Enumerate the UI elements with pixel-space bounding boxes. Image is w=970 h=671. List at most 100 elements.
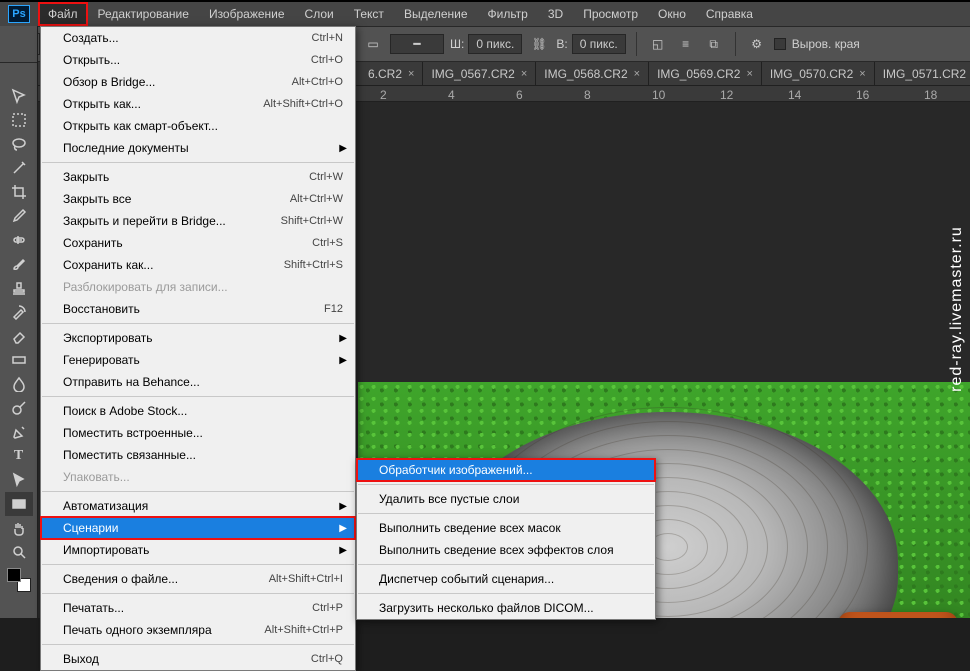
scripts-submenu: Обработчик изображений... Удалить все пус… <box>356 458 656 620</box>
eraser-tool-icon[interactable] <box>5 324 33 348</box>
hand-tool-icon[interactable] <box>5 516 33 540</box>
menu-item[interactable]: Открыть как...Alt+Shift+Ctrl+O <box>41 93 355 115</box>
menu-фильтр[interactable]: Фильтр <box>478 2 538 26</box>
submenu-arrow-icon: ▶ <box>339 523 347 534</box>
menu-item[interactable]: Поместить связанные... <box>41 444 355 466</box>
menu-item[interactable]: Поместить встроенные... <box>41 422 355 444</box>
marquee-tool-icon[interactable] <box>5 108 33 132</box>
document-tab[interactable]: 6.CR2× <box>360 62 423 86</box>
pathops-icon[interactable]: ◱ <box>647 33 669 55</box>
document-tab[interactable]: IMG_0570.CR2× <box>762 62 875 86</box>
healing-tool-icon[interactable] <box>5 228 33 252</box>
menu-item[interactable]: Отправить на Behance... <box>41 371 355 393</box>
menu-item[interactable]: Выполнить сведение всех масок <box>357 517 655 539</box>
align-icon[interactable]: ≡ <box>675 33 697 55</box>
opt-shape-icon[interactable]: ▭ <box>362 33 384 55</box>
height-label: В: <box>556 37 567 51</box>
menu-item[interactable]: Сохранить как...Shift+Ctrl+S <box>41 254 355 276</box>
menu-item[interactable]: Закрыть всеAlt+Ctrl+W <box>41 188 355 210</box>
app-logo: Ps <box>8 5 30 23</box>
align-edges-checkbox[interactable] <box>774 38 786 50</box>
document-tab[interactable]: IMG_0571.CR2× <box>875 62 970 86</box>
tool-box: T <box>0 26 38 618</box>
path-select-tool-icon[interactable] <box>5 468 33 492</box>
menu-текст[interactable]: Текст <box>344 2 394 26</box>
brush-tool-icon[interactable] <box>5 252 33 276</box>
close-icon[interactable]: × <box>746 68 752 80</box>
menu-item[interactable]: Поиск в Adobe Stock... <box>41 400 355 422</box>
menu-3d[interactable]: 3D <box>538 2 573 26</box>
menu-выделение[interactable]: Выделение <box>394 2 478 26</box>
menu-окно[interactable]: Окно <box>648 2 696 26</box>
menu-item[interactable]: Создать...Ctrl+N <box>41 27 355 49</box>
wand-tool-icon[interactable] <box>5 156 33 180</box>
menu-файл[interactable]: Файл <box>38 2 88 26</box>
type-tool-icon[interactable]: T <box>5 444 33 468</box>
menu-item[interactable]: Печать одного экземпляраAlt+Shift+Ctrl+P <box>41 619 355 641</box>
ruler-mark: 14 <box>788 88 801 102</box>
menu-item[interactable]: Открыть...Ctrl+O <box>41 49 355 71</box>
history-brush-tool-icon[interactable] <box>5 300 33 324</box>
document-tab[interactable]: IMG_0569.CR2× <box>649 62 762 86</box>
dodge-tool-icon[interactable] <box>5 396 33 420</box>
close-icon[interactable]: × <box>408 68 414 80</box>
lasso-tool-icon[interactable] <box>5 132 33 156</box>
menu-item[interactable]: Экспортировать▶ <box>41 327 355 349</box>
close-icon[interactable]: × <box>859 68 865 80</box>
menu-item[interactable]: Удалить все пустые слои <box>357 488 655 510</box>
menu-item[interactable]: Последние документы▶ <box>41 137 355 159</box>
watermark: red-ray.livemaster.ru <box>948 226 966 392</box>
menu-item[interactable]: Сценарии▶ <box>41 517 355 539</box>
menu-item[interactable]: Открыть как смарт-объект... <box>41 115 355 137</box>
link-icon[interactable]: ⛓ <box>528 33 550 55</box>
menu-item[interactable]: Автоматизация▶ <box>41 495 355 517</box>
menu-слои[interactable]: Слои <box>295 2 344 26</box>
menu-просмотр[interactable]: Просмотр <box>573 2 648 26</box>
eyedropper-tool-icon[interactable] <box>5 204 33 228</box>
menu-item[interactable]: Закрыть и перейти в Bridge...Shift+Ctrl+… <box>41 210 355 232</box>
width-input[interactable]: 0 пикс. <box>468 34 522 54</box>
rectangle-tool-icon[interactable] <box>5 492 33 516</box>
menu-item[interactable]: Загрузить несколько файлов DICOM... <box>357 597 655 619</box>
stamp-tool-icon[interactable] <box>5 276 33 300</box>
menu-item[interactable]: Печатать...Ctrl+P <box>41 597 355 619</box>
gear-icon[interactable]: ⚙ <box>746 33 768 55</box>
menu-справка[interactable]: Справка <box>696 2 763 26</box>
close-icon[interactable]: × <box>634 68 640 80</box>
menu-item[interactable]: Генерировать▶ <box>41 349 355 371</box>
menu-item: Упаковать... <box>41 466 355 488</box>
foreground-background-swatch[interactable] <box>7 568 31 592</box>
menu-item[interactable]: Обработчик изображений... <box>357 459 655 481</box>
document-tab[interactable]: IMG_0568.CR2× <box>536 62 649 86</box>
document-tab[interactable]: IMG_0567.CR2× <box>423 62 536 86</box>
submenu-arrow-icon: ▶ <box>339 545 347 556</box>
zoom-tool-icon[interactable] <box>5 540 33 564</box>
pen-tool-icon[interactable] <box>5 420 33 444</box>
menu-изображение[interactable]: Изображение <box>199 2 295 26</box>
menu-item[interactable]: Выполнить сведение всех эффектов слоя <box>357 539 655 561</box>
menu-редактирование[interactable]: Редактирование <box>88 2 199 26</box>
ruler-mark: 18 <box>924 88 937 102</box>
ruler-mark: 12 <box>720 88 733 102</box>
ruler-mark: 16 <box>856 88 869 102</box>
submenu-arrow-icon: ▶ <box>339 355 347 366</box>
menu-item[interactable]: СохранитьCtrl+S <box>41 232 355 254</box>
submenu-arrow-icon: ▶ <box>339 501 347 512</box>
menu-item[interactable]: ВыходCtrl+Q <box>41 648 355 670</box>
ruler-mark: 2 <box>380 88 387 102</box>
height-input[interactable]: 0 пикс. <box>572 34 626 54</box>
arrange-icon[interactable]: ⧉ <box>703 33 725 55</box>
gradient-tool-icon[interactable] <box>5 348 33 372</box>
menu-item[interactable]: Диспетчер событий сценария... <box>357 568 655 590</box>
menu-item[interactable]: Сведения о файле...Alt+Shift+Ctrl+I <box>41 568 355 590</box>
crop-tool-icon[interactable] <box>5 180 33 204</box>
blur-tool-icon[interactable] <box>5 372 33 396</box>
opt-stroke-style[interactable]: ━ <box>390 34 444 54</box>
align-edges-label: Выров. края <box>792 37 860 51</box>
menu-item[interactable]: ВосстановитьF12 <box>41 298 355 320</box>
menu-item[interactable]: ЗакрытьCtrl+W <box>41 166 355 188</box>
menu-item[interactable]: Обзор в Bridge...Alt+Ctrl+O <box>41 71 355 93</box>
close-icon[interactable]: × <box>521 68 527 80</box>
menu-item[interactable]: Импортировать▶ <box>41 539 355 561</box>
move-tool-icon[interactable] <box>5 84 33 108</box>
